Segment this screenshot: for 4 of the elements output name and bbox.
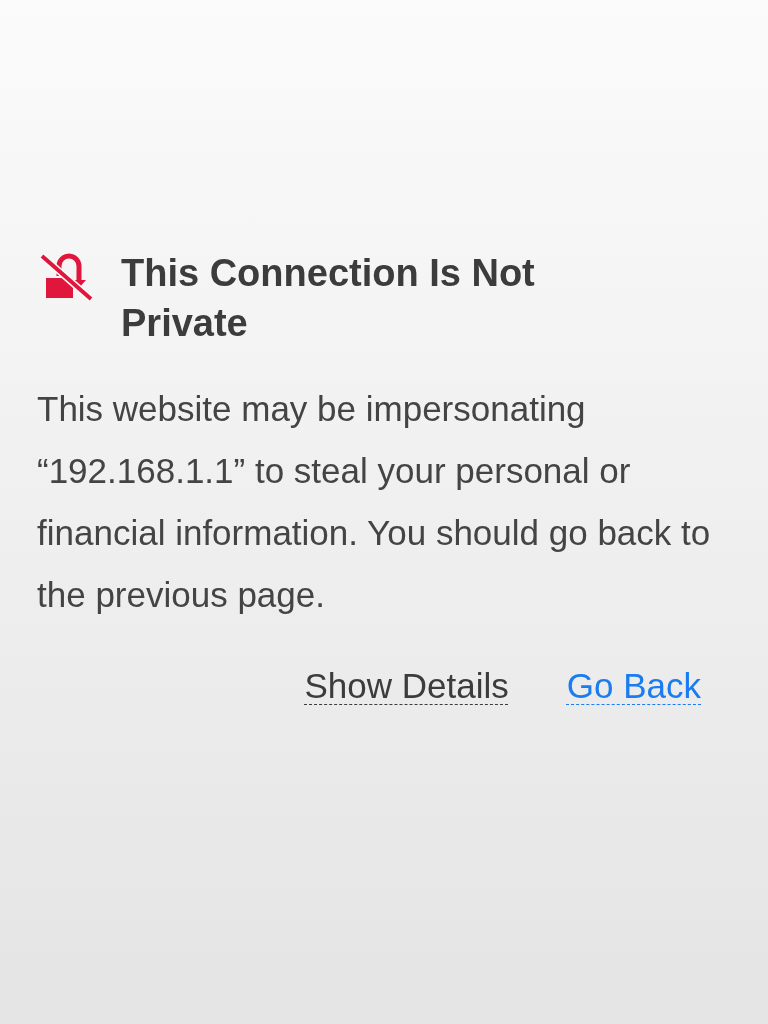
warning-message: This website may be impersonating “192.168.1.1” to steal your personal or financial information. You should go back to the previous page.	[37, 388, 712, 616]
details-link[interactable]: Show Details	[304, 666, 509, 706]
lock-slash-icon	[37, 252, 93, 302]
page-title: This Connection Is Not Private	[121, 251, 536, 346]
